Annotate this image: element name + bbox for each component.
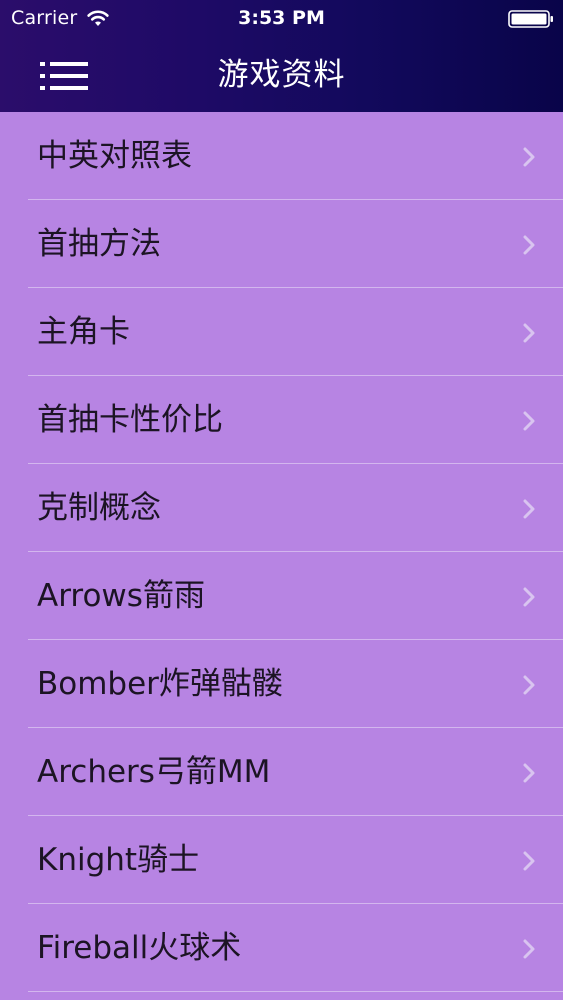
status-time: 3:53 PM	[238, 7, 325, 29]
list-item-arrows[interactable]: Arrows箭雨	[0, 552, 563, 640]
chevron-right-icon	[523, 411, 535, 431]
chevron-right-icon	[523, 851, 535, 871]
page-title: 游戏资料	[217, 57, 346, 93]
list-item-label: 首抽方法	[37, 226, 161, 262]
list-item-label: Bomber炸弹骷髅	[37, 666, 283, 702]
chevron-right-icon	[523, 763, 535, 783]
menu-button[interactable]	[30, 50, 96, 98]
chevron-right-icon	[523, 587, 535, 607]
chevron-right-icon	[523, 939, 535, 959]
chevron-right-icon	[523, 499, 535, 519]
list-item-archers[interactable]: Archers弓箭MM	[0, 728, 563, 816]
list-item-label: Knight骑士	[37, 842, 200, 878]
hamburger-menu-icon	[40, 62, 88, 90]
list-item-label: 主角卡	[37, 314, 130, 350]
list-item-label: Arrows箭雨	[37, 578, 205, 614]
list-item-hero-card[interactable]: 主角卡	[0, 288, 563, 376]
list-item-first-draw-value[interactable]: 首抽卡性价比	[0, 376, 563, 464]
list-item-counter-concept[interactable]: 克制概念	[0, 464, 563, 552]
header: Carrier 3:53 PM 游戏资料	[0, 0, 563, 112]
list-item-label: Fireball火球术	[37, 930, 242, 966]
list-item-fireball[interactable]: Fireball火球术	[0, 904, 563, 992]
game-info-list: 中英对照表 首抽方法 主角卡 首抽卡性价比 克制概念 Arrows箭雨 Bomb…	[0, 112, 563, 1000]
chevron-right-icon	[523, 323, 535, 343]
row-divider	[28, 991, 563, 992]
list-item-knight[interactable]: Knight骑士	[0, 816, 563, 904]
status-bar: Carrier 3:53 PM	[0, 0, 563, 38]
chevron-right-icon	[523, 147, 535, 167]
list-item-cn-en-glossary[interactable]: 中英对照表	[0, 112, 563, 200]
list-item-first-draw-method[interactable]: 首抽方法	[0, 200, 563, 288]
navigation-bar: 游戏资料	[0, 38, 563, 112]
app-screen: Carrier 3:53 PM 游戏资料 中英对照表 首抽方法 主角卡 首抽卡性…	[0, 0, 563, 1000]
list-item-label: 中英对照表	[37, 138, 192, 174]
list-item-label: Archers弓箭MM	[37, 754, 271, 790]
list-item-label: 克制概念	[37, 490, 161, 526]
list-item-bomber[interactable]: Bomber炸弹骷髅	[0, 640, 563, 728]
chevron-right-icon	[523, 675, 535, 695]
list-item-label: 首抽卡性价比	[37, 402, 223, 438]
chevron-right-icon	[523, 235, 535, 255]
battery-icon	[508, 10, 553, 28]
